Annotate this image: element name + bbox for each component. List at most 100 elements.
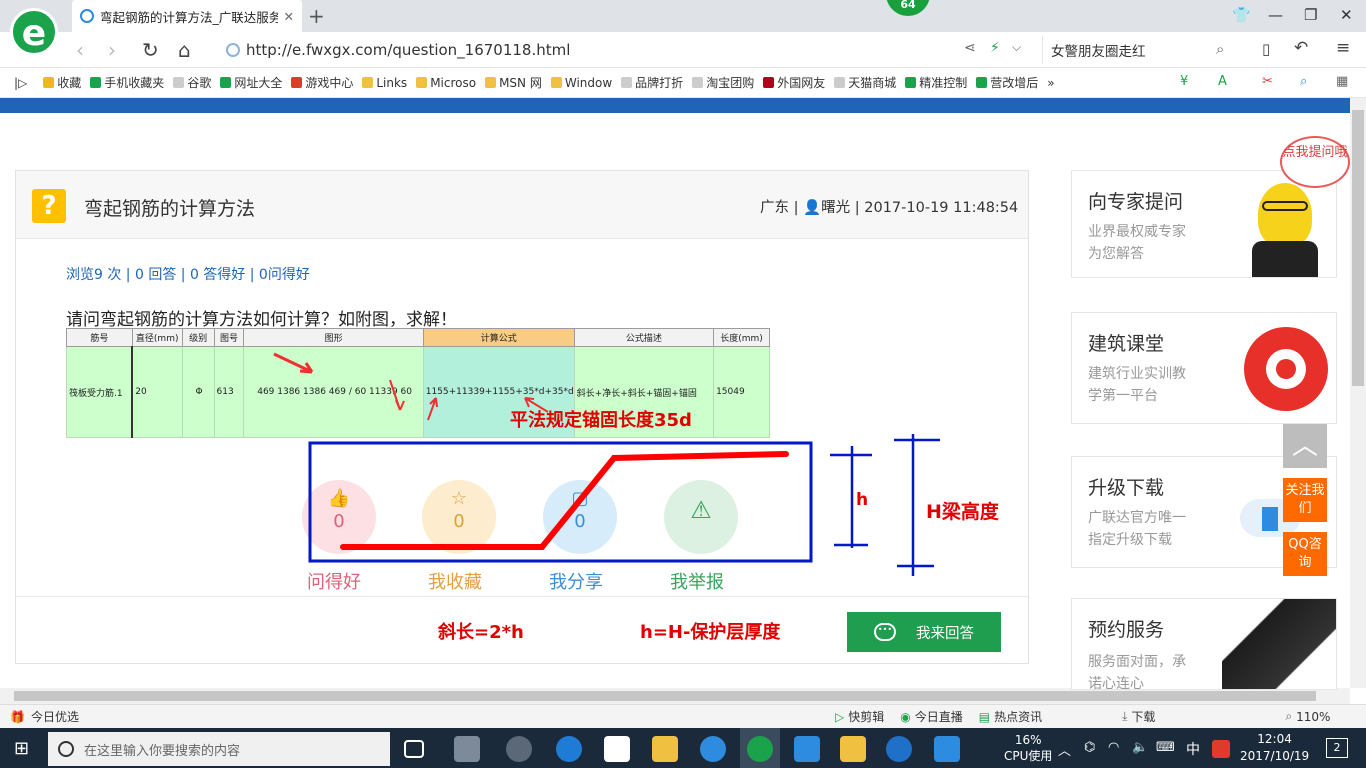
ask-bubble[interactable]: 点我提问哦: [1280, 136, 1350, 188]
restore-icon[interactable]: ❐: [1304, 6, 1317, 24]
play-icon: ▷: [834, 709, 845, 724]
share-icon[interactable]: ⋖: [964, 40, 976, 56]
tray-up-icon[interactable]: ︿: [1058, 740, 1071, 759]
ie-icon[interactable]: [700, 736, 726, 762]
vertical-scroll-thumb[interactable]: [1352, 110, 1364, 386]
scissors-icon[interactable]: ✂: [1262, 74, 1273, 89]
report-label[interactable]: 我举报: [670, 568, 724, 594]
bookmark-item[interactable]: »: [1047, 76, 1054, 90]
search-icon[interactable]: ⌕: [1216, 40, 1224, 58]
action-center-icon[interactable]: 2: [1326, 738, 1348, 758]
browser-taskbar-icon[interactable]: [747, 736, 773, 762]
sheet-cell: Φ: [181, 346, 215, 438]
ime-indicator[interactable]: 中: [1186, 739, 1200, 759]
status-item[interactable]: 快剪辑: [848, 708, 884, 725]
phone-icon[interactable]: ▯: [1262, 40, 1270, 58]
cpu-widget[interactable]: 16% CPU使用: [1004, 732, 1052, 764]
yen-icon[interactable]: ¥: [1180, 74, 1188, 89]
tray-wifi-icon[interactable]: ◠: [1108, 740, 1119, 755]
bookmark-item[interactable]: Links: [362, 76, 407, 90]
like-button[interactable]: 👍 0: [302, 480, 376, 554]
browser-logo-icon[interactable]: e: [10, 8, 58, 56]
bookmark-item[interactable]: 淘宝团购: [692, 74, 754, 91]
zoom-level[interactable]: 110%: [1296, 710, 1330, 724]
answer-button[interactable]: ••• 我来回答: [847, 612, 1001, 652]
bookmark-icon: [220, 77, 232, 88]
bookmark-item[interactable]: 游戏中心: [291, 74, 353, 91]
bookmark-item[interactable]: Microso: [416, 76, 476, 90]
taskbar-app-icon[interactable]: [506, 736, 532, 762]
bookmark-icon: [416, 77, 428, 88]
sidebar-item-classroom[interactable]: 建筑课堂 建筑行业实训教 学第一平台: [1071, 312, 1337, 424]
sogou-icon[interactable]: [1212, 740, 1230, 758]
new-tab-button[interactable]: +: [308, 4, 325, 28]
bookmark-item[interactable]: 精准控制: [905, 74, 967, 91]
reload-icon[interactable]: ↻: [142, 38, 159, 62]
taskbar-app-icon[interactable]: [454, 736, 480, 762]
home-icon[interactable]: ⌂: [178, 38, 191, 62]
taskbar-search-input[interactable]: 在这里输入你要搜索的内容: [48, 732, 390, 766]
status-item[interactable]: 热点资讯: [994, 708, 1042, 725]
taskbar-app-icon[interactable]: [934, 736, 960, 762]
like-label[interactable]: 问得好: [307, 568, 361, 594]
undo-icon[interactable]: ↶: [1294, 38, 1308, 58]
tab-close-icon[interactable]: ✕: [284, 9, 294, 24]
favorite-button[interactable]: ☆ 0: [422, 480, 496, 554]
bookmark-icon: [763, 77, 775, 88]
windows-start-icon[interactable]: ⊞: [14, 738, 29, 759]
back-to-top-button[interactable]: ︿: [1283, 424, 1327, 468]
task-view-icon[interactable]: [404, 740, 424, 758]
grid-icon[interactable]: ▦: [1336, 74, 1348, 89]
tab-active[interactable]: 弯起钢筋的计算方法_广联达服务 ✕: [72, 0, 302, 32]
sidebar-item-ask-expert[interactable]: 向专家提问 业界最权威专家 为您解答: [1071, 170, 1337, 278]
follow-button[interactable]: 关注我们: [1283, 478, 1327, 522]
status-item[interactable]: 下载: [1131, 708, 1155, 725]
bookmark-item[interactable]: 收藏: [43, 74, 81, 91]
lightning-icon[interactable]: ⚡: [990, 40, 1000, 56]
edge-icon[interactable]: [556, 736, 582, 762]
store-icon[interactable]: [604, 736, 630, 762]
favorite-label[interactable]: 我收藏: [428, 568, 482, 594]
tray-volume-icon[interactable]: 🔈: [1132, 740, 1148, 755]
translate-icon[interactable]: A: [1218, 74, 1227, 89]
file-explorer-icon[interactable]: [652, 736, 678, 762]
status-item[interactable]: 今日直播: [915, 708, 963, 725]
sidebar-toggle-icon[interactable]: |▷: [14, 76, 27, 90]
url-field[interactable]: http://e.fwxgx.com/question_1670118.html: [226, 38, 570, 62]
chevron-down-icon[interactable]: ⌵: [1012, 40, 1021, 55]
question-stats[interactable]: 浏览9 次 | 0 回答 | 0 答得好 | 0问得好: [66, 264, 310, 284]
search-input[interactable]: 女警朋友圈走红: [1042, 36, 1242, 64]
minimize-icon[interactable]: —: [1268, 6, 1283, 24]
bookmark-item[interactable]: 营改增后: [976, 74, 1038, 91]
bookmark-item[interactable]: 谷歌: [173, 74, 211, 91]
search-text: 女警朋友圈走红: [1051, 44, 1146, 60]
bookmark-item[interactable]: 外国网友: [763, 74, 825, 91]
menu-icon[interactable]: ≡: [1336, 38, 1350, 58]
tray-network-icon[interactable]: ⌬: [1084, 740, 1095, 755]
bookmark-item[interactable]: 网址大全: [220, 74, 282, 91]
sidebar-item-appointment[interactable]: 预约服务 服务面对面，承 诺心连心: [1071, 598, 1337, 692]
bookmark-item[interactable]: 品牌打折: [621, 74, 683, 91]
anchor-note: 平法规定锚固长度35d: [510, 410, 692, 431]
close-icon[interactable]: ✕: [1340, 6, 1353, 24]
bookmark-item[interactable]: MSN 网: [485, 74, 542, 91]
taskbar-app-icon[interactable]: [794, 736, 820, 762]
report-button[interactable]: ⚠: [664, 480, 738, 554]
bookmark-item[interactable]: 天猫商城: [834, 74, 896, 91]
taskbar-app-icon[interactable]: [886, 736, 912, 762]
tray-keyboard-icon[interactable]: ⌨: [1156, 740, 1175, 755]
taskbar-app-icon[interactable]: [840, 736, 866, 762]
share-label[interactable]: 我分享: [549, 568, 603, 594]
forward-icon[interactable]: ›: [108, 38, 116, 62]
qq-consult-button[interactable]: QQ咨询: [1283, 532, 1327, 576]
magnifier-icon[interactable]: ⌕: [1300, 74, 1307, 89]
back-icon[interactable]: ‹: [76, 38, 84, 62]
status-left-label[interactable]: 今日优选: [31, 708, 79, 725]
cpu-label: CPU使用: [1004, 749, 1053, 763]
bookmark-item[interactable]: Window: [550, 76, 612, 90]
gift-icon[interactable]: 🎁: [10, 710, 25, 724]
shirt-icon[interactable]: 👕: [1232, 6, 1251, 24]
clock[interactable]: 12:04 2017/10/19: [1240, 731, 1309, 765]
share-button[interactable]: ▢ 0: [543, 480, 617, 554]
bookmark-item[interactable]: 手机收藏夹: [90, 74, 164, 91]
